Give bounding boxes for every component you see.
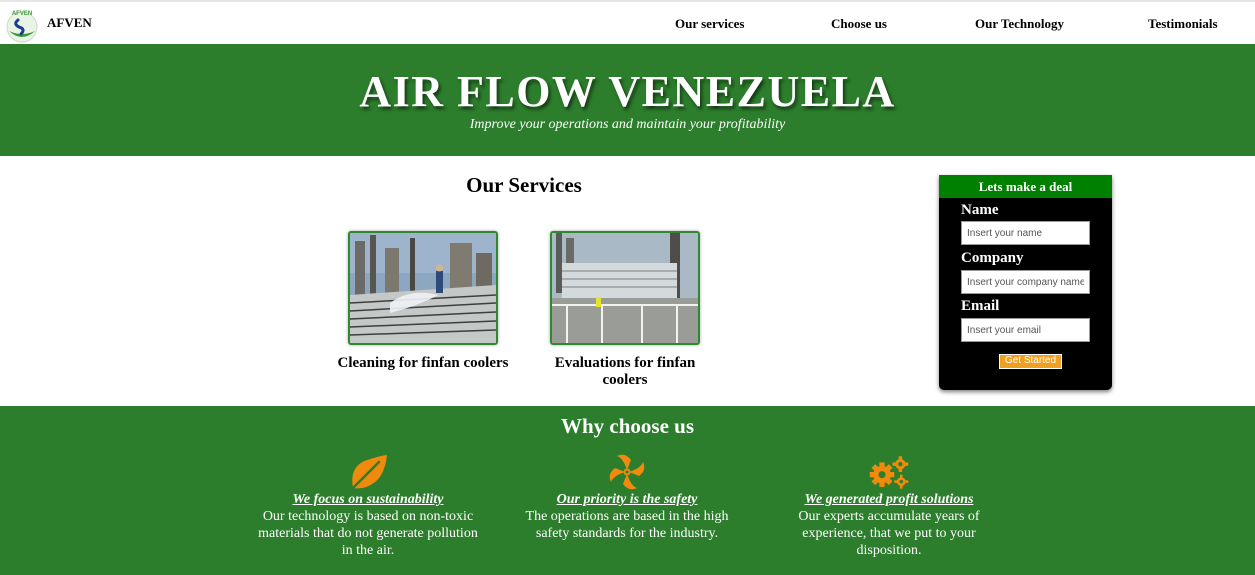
feature-text: Our experts accumulate years of experien… <box>798 509 980 558</box>
gears-icon <box>869 456 909 489</box>
why-title: Why choose us <box>560 414 695 438</box>
logo-text: AFVEN <box>12 11 32 17</box>
email-label: Email <box>961 298 1000 314</box>
nav-link-our-services[interactable]: Our services <box>675 16 744 32</box>
nav-link-our-technology[interactable]: Our Technology <box>975 16 1064 32</box>
name-input[interactable] <box>961 221 1090 245</box>
feature-profit: We generated profit solutions Our expert… <box>779 452 999 559</box>
hero-banner: AIR FLOW VENEZUELA Improve your operatio… <box>0 44 1255 156</box>
feature-sustainability: We focus on sustainability Our technolog… <box>258 452 478 559</box>
name-label: Name <box>961 202 999 218</box>
company-label: Company <box>961 250 1024 266</box>
get-started-button[interactable]: Get Started <box>999 354 1062 369</box>
service-image-evaluations[interactable] <box>550 231 700 345</box>
hero-title: AIR FLOW VENEZUELA <box>359 67 896 116</box>
why-choose-us-section: Why choose us We focus on sustainability… <box>0 406 1255 575</box>
top-navbar: AFVEN AFVEN Our services Choose us Our T… <box>0 0 1255 44</box>
nav-link-choose-us[interactable]: Choose us <box>831 16 887 32</box>
company-input[interactable] <box>961 270 1090 294</box>
feature-heading[interactable]: We generated profit solutions <box>779 492 999 508</box>
feature-text: The operations are based in the high saf… <box>525 509 729 541</box>
nav-link-testimonials[interactable]: Testimonials <box>1148 16 1218 32</box>
service-image-cleaning[interactable] <box>348 231 498 345</box>
service-label-evaluations: Evaluations for finfan coolers <box>554 355 696 388</box>
feature-safety: Our priority is the safety The operation… <box>517 452 737 542</box>
email-input[interactable] <box>961 318 1090 342</box>
service-label-cleaning: Cleaning for finfan coolers <box>337 355 509 371</box>
feature-heading[interactable]: Our priority is the safety <box>517 492 737 508</box>
deal-form-heading: Lets make a deal <box>939 175 1112 198</box>
feature-text: Our technology is based on non-toxic mat… <box>258 509 478 558</box>
feature-heading[interactable]: We focus on sustainability <box>258 492 478 508</box>
hero-subtitle: Improve your operations and maintain you… <box>469 117 786 132</box>
brand-name[interactable]: AFVEN <box>47 15 92 31</box>
leaf-icon <box>351 455 387 490</box>
fan-icon <box>609 454 645 490</box>
services-title: Our Services <box>466 173 582 197</box>
afven-logo[interactable]: AFVEN <box>4 7 40 43</box>
deal-form: Lets make a deal Name Company Email Get … <box>939 175 1112 390</box>
